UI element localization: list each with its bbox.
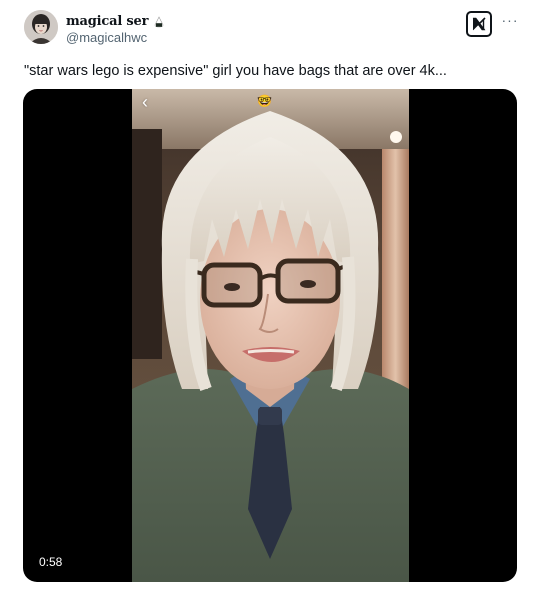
author-name-row: magical ser xyxy=(66,12,164,30)
author-display-name[interactable]: magical ser xyxy=(66,14,148,29)
nerd-face-emoji-icon: 🤓 xyxy=(257,94,272,108)
x-logo-icon[interactable] xyxy=(466,11,492,37)
author-handle[interactable]: @magicalhwc xyxy=(66,30,147,45)
video-duration-badge: 0:58 xyxy=(33,552,69,572)
video-thumbnail xyxy=(132,89,409,582)
video-frame xyxy=(132,89,409,582)
back-chevron-icon: ‹ xyxy=(142,92,148,112)
tweet-text: "star wars lego is expensive" girl you h… xyxy=(24,63,447,79)
rice-ball-emoji-icon xyxy=(154,15,164,28)
more-options-icon[interactable]: ··· xyxy=(499,12,521,28)
tweet-card: magical ser @magicalhwc ··· "star wars l… xyxy=(0,0,540,589)
video-player[interactable]: ‹ 🤓 0:58 xyxy=(23,89,517,582)
avatar-image xyxy=(24,10,58,44)
avatar[interactable] xyxy=(24,10,58,44)
